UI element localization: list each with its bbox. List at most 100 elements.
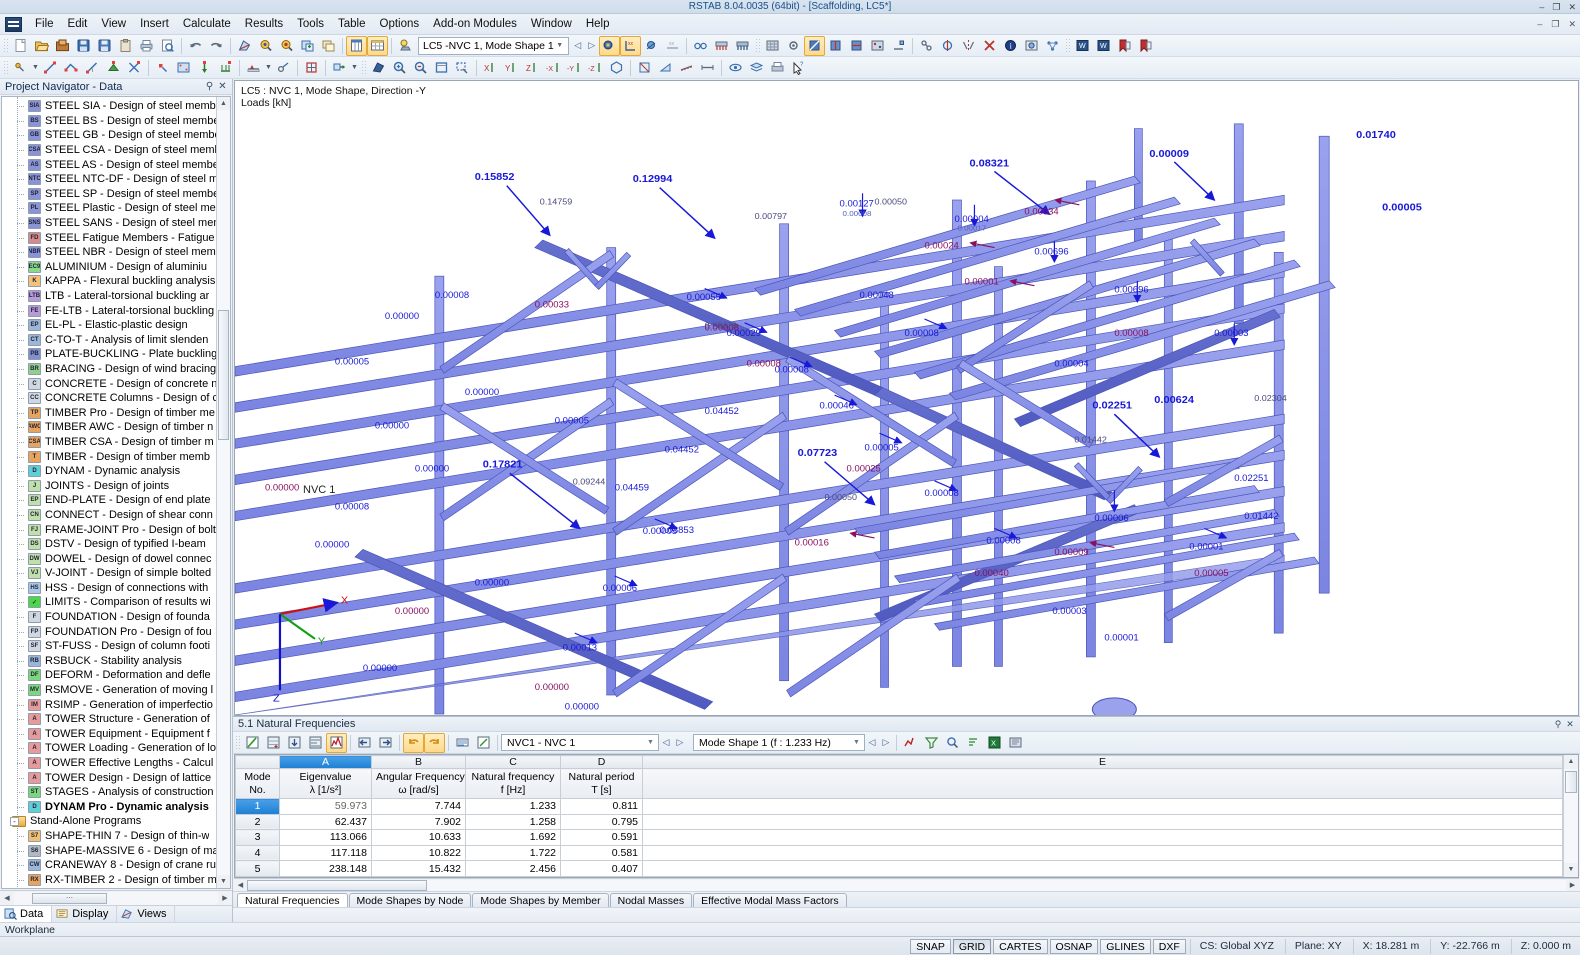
scroll-up-arrow-icon[interactable]: ▲: [1564, 755, 1578, 769]
view-negy-icon[interactable]: -Y: [564, 58, 585, 78]
node-properties-icon[interactable]: [152, 58, 173, 78]
tree-item[interactable]: NBR STEEL NBR - Design of steel memb: [2, 245, 230, 260]
view-iso-icon[interactable]: [606, 58, 627, 78]
next-load-case-button[interactable]: ▷: [585, 40, 599, 51]
table-insert-row-icon[interactable]: [263, 733, 284, 753]
open-recent-icon[interactable]: [52, 36, 73, 56]
status-toggle-snap[interactable]: SNAP: [910, 938, 951, 954]
bookmark-red2-icon[interactable]: [1135, 36, 1156, 56]
minimize-icon[interactable]: –: [1539, 0, 1544, 14]
select-node-icon[interactable]: [10, 58, 31, 78]
tree-item[interactable]: ST STAGES - Analysis of construction: [2, 785, 230, 800]
render-solid-icon[interactable]: [368, 58, 389, 78]
chevron-down-icon[interactable]: ▼: [350, 58, 359, 78]
tree-item[interactable]: CSA TIMBER CSA - Design of timber m: [2, 435, 230, 450]
tree-item[interactable]: D DYNAM Pro - Dynamic analysis: [2, 800, 230, 815]
support-forces-icon[interactable]: [732, 36, 753, 56]
tree-item[interactable]: IM RSIMP - Generation of imperfectio: [2, 697, 230, 712]
zoom-results-icon[interactable]: [276, 36, 297, 56]
new-window-icon[interactable]: [297, 36, 318, 56]
cell-natural-period[interactable]: 0.591: [560, 829, 643, 846]
tree-item[interactable]: K KAPPA - Flexural buckling analysis: [2, 274, 230, 289]
result-diagram-icon[interactable]: [641, 36, 662, 56]
cell-mode-no[interactable]: 2: [235, 813, 280, 831]
menu-item-window[interactable]: Window: [524, 16, 579, 32]
help-arrow-icon[interactable]: ?: [788, 58, 809, 78]
cell-empty[interactable]: [642, 860, 1563, 877]
cell-eigenvalue[interactable]: 59.973: [279, 798, 372, 815]
toolbar-grip[interactable]: [235, 734, 240, 751]
new-support-icon[interactable]: [103, 58, 124, 78]
render-icon[interactable]: [234, 36, 255, 56]
status-toggle-grid[interactable]: GRID: [952, 938, 992, 954]
glasses-view-icon[interactable]: [690, 36, 711, 56]
export-excel-green-icon[interactable]: X: [984, 733, 1005, 753]
tree-item[interactable]: HS HSS - Design of connections with: [2, 581, 230, 596]
prev-load-case-button[interactable]: ◁: [571, 40, 585, 51]
show-values-icon[interactable]: xx: [619, 35, 641, 56]
tree-item[interactable]: EP EL-PL - Elastic-plastic design: [2, 318, 230, 333]
cell-eigenvalue[interactable]: 62.437: [279, 813, 372, 831]
visibility-icon[interactable]: [725, 58, 746, 78]
tree-item[interactable]: CW CRANEWAY 8 - Design of crane ru: [2, 858, 230, 873]
table-row[interactable]: 4 117.118 10.822 1.722 0.581: [235, 844, 1563, 862]
tree-item[interactable]: T TIMBER - Design of timber memb: [2, 449, 230, 464]
cell-eigenvalue[interactable]: 238.148: [279, 860, 372, 877]
save-icon[interactable]: [94, 36, 115, 56]
toolbar-grip[interactable]: [1064, 37, 1070, 54]
chain-link-icon[interactable]: [916, 36, 937, 56]
support-icon[interactable]: [243, 58, 264, 78]
sheet-tab[interactable]: Nodal Masses: [609, 893, 693, 907]
layers-icon[interactable]: [746, 58, 767, 78]
open-folder-icon[interactable]: [31, 36, 52, 56]
scroll-track[interactable]: [1564, 769, 1578, 863]
redo-icon[interactable]: [206, 36, 227, 56]
export-word-icon[interactable]: W: [1072, 36, 1093, 56]
view-negz-icon[interactable]: -Z: [585, 58, 606, 78]
cascade-icon[interactable]: [318, 36, 339, 56]
save-as-icon[interactable]: [73, 36, 94, 56]
dimension-icon[interactable]: [697, 58, 718, 78]
table-export-excel-icon[interactable]: [242, 733, 263, 753]
table-row[interactable]: 1 59.973 7.744 1.233 0.811: [235, 798, 1563, 815]
close-icon[interactable]: ✕: [1568, 0, 1576, 14]
tree-item[interactable]: CC CONCRETE Columns - Design of c: [2, 391, 230, 406]
menu-item-file[interactable]: File: [28, 16, 61, 32]
zoom-window-icon[interactable]: [452, 58, 473, 78]
cell-natural-period[interactable]: 0.811: [560, 798, 643, 815]
tree-item[interactable]: CT C-TO-T - Analysis of limit slenden: [2, 333, 230, 348]
scroll-right-arrow-icon[interactable]: ▶: [218, 894, 232, 902]
hscroll-track[interactable]: ⋯: [14, 891, 218, 905]
view-negx-icon[interactable]: -X: [543, 58, 564, 78]
tree-item[interactable]: FP FOUNDATION Pro - Design of fou: [2, 624, 230, 639]
table-row[interactable]: 2 62.437 7.902 1.258 0.795: [235, 813, 1563, 831]
tree-item[interactable]: NTC STEEL NTC-DF - Design of steel m: [2, 172, 230, 187]
tree-expander-icon[interactable]: -: [10, 816, 19, 826]
tree-item[interactable]: EC9 ALUMINIUM - Design of aluminiu: [2, 260, 230, 275]
bookmark-red-icon[interactable]: [1114, 36, 1135, 56]
table-panel-icon[interactable]: [346, 35, 367, 56]
export-word2-icon[interactable]: W: [1093, 36, 1114, 56]
menu-item-tools[interactable]: Tools: [290, 16, 331, 32]
tree-item[interactable]: CN CONNECT - Design of shear conn: [2, 508, 230, 523]
mode-shape-selector[interactable]: Mode Shape 1 (f : 1.233 Hz) ▼: [693, 734, 865, 751]
sidebar-tab-display[interactable]: Display: [52, 906, 118, 922]
sidebar-tab-data[interactable]: Data: [0, 906, 53, 922]
hscroll-thumb[interactable]: ⋯: [32, 892, 107, 904]
menu-item-table[interactable]: Table: [331, 16, 373, 32]
cell-angular-frequency[interactable]: 7.902: [371, 813, 466, 831]
table-grid-icon[interactable]: [367, 35, 388, 56]
cell-empty[interactable]: [642, 829, 1563, 846]
status-toggle-cartes[interactable]: CARTES: [993, 938, 1048, 954]
sheet-tab[interactable]: Natural Frequencies: [237, 893, 348, 907]
navigator-tree[interactable]: SIA STEEL SIA - Design of steel membe BS ST…: [1, 96, 231, 889]
cell-mode-no[interactable]: 3: [235, 829, 280, 846]
tree-item[interactable]: A TOWER Effective Lengths - Calcul: [2, 756, 230, 771]
cell-angular-frequency[interactable]: 10.633: [371, 829, 466, 846]
tree-horizontal-scrollbar[interactable]: ◀ ⋯ ▶: [0, 890, 232, 905]
table-align-icon[interactable]: [305, 733, 326, 753]
doc-minimize-icon[interactable]: –: [1537, 19, 1542, 30]
table-redo-icon[interactable]: [424, 732, 445, 753]
hinge-icon[interactable]: [273, 58, 294, 78]
nodal-load-icon[interactable]: [194, 58, 215, 78]
